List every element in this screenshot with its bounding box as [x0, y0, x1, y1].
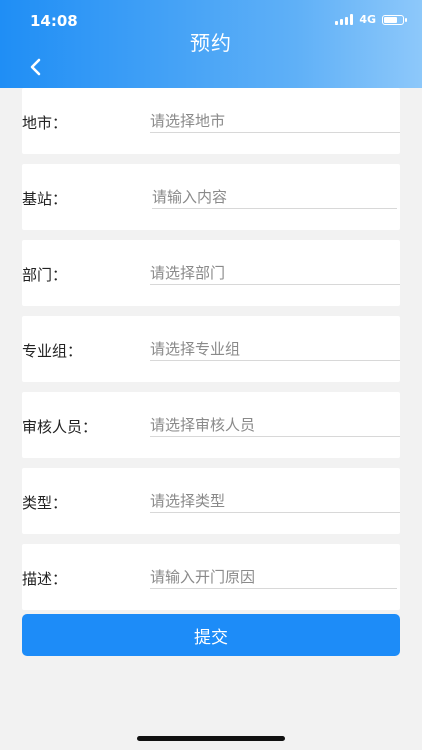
group-select[interactable]: 请选择专业组: [150, 338, 400, 361]
reviewer-select[interactable]: 请选择审核人员: [150, 414, 400, 437]
form-row-station: 基站： 请输入内容: [22, 164, 400, 230]
form-row-description: 描述： 请输入开门原因: [22, 544, 400, 610]
group-placeholder: 请选择专业组: [150, 340, 241, 358]
station-input[interactable]: 请输入内容: [152, 186, 397, 209]
battery-icon: [382, 14, 407, 25]
submit-button[interactable]: 提交: [22, 614, 400, 656]
department-placeholder: 请选择部门: [150, 264, 226, 282]
back-button[interactable]: [24, 56, 46, 78]
department-select[interactable]: 请选择部门: [150, 262, 400, 285]
form-row-department: 部门： 请选择部门: [22, 240, 400, 306]
chevron-left-icon: [30, 58, 41, 76]
home-indicator: [137, 736, 285, 741]
form-row-group: 专业组： 请选择专业组: [22, 316, 400, 382]
type-placeholder: 请选择类型: [150, 492, 226, 510]
reviewer-placeholder: 请选择审核人员: [150, 416, 256, 434]
type-label: 类型：: [22, 494, 68, 512]
description-input[interactable]: 请输入开门原因: [150, 566, 397, 589]
city-select[interactable]: 请选择地市: [150, 110, 400, 133]
app-screen: 14:08 4G 预约 地市： 请选择地市 基站： 请输入内容 部门： 请选择部…: [0, 0, 422, 750]
description-label: 描述：: [22, 570, 68, 588]
reviewer-label: 审核人员：: [22, 418, 98, 436]
form-row-city: 地市： 请选择地市: [22, 88, 400, 154]
page-title: 预约: [190, 31, 232, 55]
type-select[interactable]: 请选择类型: [150, 490, 400, 513]
group-label: 专业组：: [22, 342, 83, 360]
status-indicators: 4G: [335, 13, 407, 26]
city-label: 地市：: [22, 114, 68, 132]
form-row-reviewer: 审核人员： 请选择审核人员: [22, 392, 400, 458]
header-bar: 14:08 4G 预约: [0, 0, 422, 88]
department-label: 部门：: [22, 266, 68, 284]
network-type: 4G: [359, 13, 376, 26]
form-row-type: 类型： 请选择类型: [22, 468, 400, 534]
station-placeholder: 请输入内容: [152, 188, 228, 206]
city-placeholder: 请选择地市: [150, 112, 226, 130]
description-placeholder: 请输入开门原因: [150, 568, 256, 586]
signal-icon: [335, 14, 354, 25]
station-label: 基站：: [22, 190, 68, 208]
